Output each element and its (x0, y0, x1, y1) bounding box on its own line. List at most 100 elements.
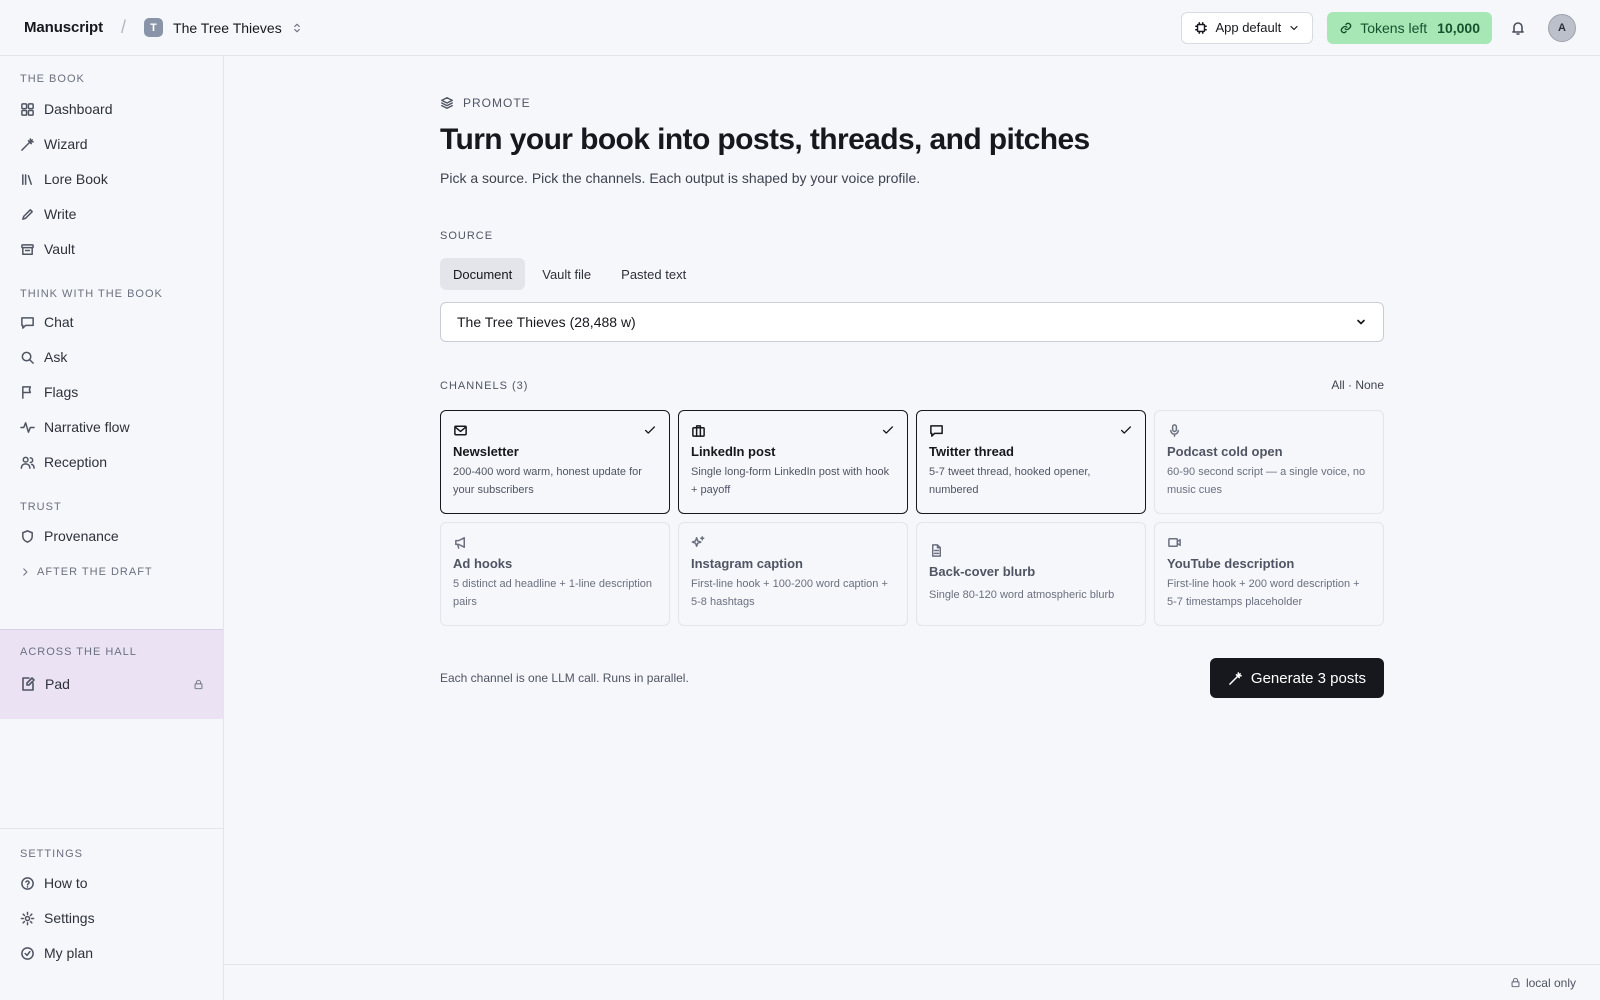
generate-posts-label: Generate 3 posts (1250, 669, 1366, 687)
sidebar-item-label: Write (44, 206, 77, 222)
check-icon (881, 423, 895, 437)
sidebar-item-provenance[interactable]: Provenance (20, 523, 210, 549)
channel-card-linkedin[interactable]: LinkedIn post Single long-form LinkedIn … (678, 410, 908, 514)
sidebar-item-how-to[interactable]: How to (20, 870, 210, 896)
channel-card-instagram[interactable]: Instagram caption First-line hook + 100-… (678, 522, 908, 626)
section-title-the-book: THE BOOK (20, 73, 85, 85)
sidebar-item-narrative-flow[interactable]: Narrative flow (20, 414, 210, 440)
tab-vault-file[interactable]: Vault file (529, 258, 604, 290)
sidebar-item-write[interactable]: Write (20, 201, 210, 227)
check-icon (1119, 423, 1133, 437)
sidebar-item-label: Flags (44, 384, 79, 400)
sidebar: THE BOOK Dashboard Wizard Lore Book Writ… (0, 56, 224, 1000)
mic-icon (1167, 423, 1371, 438)
project-name[interactable]: The Tree Thieves (173, 20, 282, 36)
grid-icon (20, 102, 35, 117)
shield-icon (20, 529, 35, 544)
sidebar-item-settings[interactable]: Settings (20, 905, 210, 931)
sidebar-item-label: Dashboard (44, 101, 113, 117)
sidebar-item-label: My plan (44, 945, 94, 961)
model-select-button[interactable]: App default (1181, 11, 1314, 44)
tokens-badge[interactable]: Tokens left 10,000 (1327, 11, 1492, 44)
check-circle-icon (20, 946, 35, 961)
message-icon (929, 423, 1133, 438)
sparkles-icon (691, 535, 895, 550)
sidebar-item-ask[interactable]: Ask (20, 344, 210, 370)
sidebar-item-chat[interactable]: Chat (20, 309, 210, 335)
sidebar-item-vault[interactable]: Vault (20, 236, 210, 262)
tab-document[interactable]: Document (440, 258, 526, 290)
eyebrow: PROMOTE (440, 96, 531, 110)
pulse-icon (20, 420, 35, 435)
layers-icon (440, 96, 454, 110)
page-title: Turn your book into posts, threads, and … (440, 123, 1090, 156)
sidebar-item-label: Chat (44, 314, 74, 330)
after-the-draft-toggle[interactable]: AFTER THE DRAFT (20, 566, 153, 578)
channel-title: Twitter thread (929, 444, 1014, 459)
sidebar-item-reception[interactable]: Reception (20, 449, 210, 475)
settings-section: SETTINGS How to Settings My plan (0, 828, 223, 1000)
wand-icon (20, 137, 35, 152)
gear-icon (20, 911, 35, 926)
select-all-none[interactable]: All · None (1331, 378, 1384, 392)
section-title-settings: SETTINGS (20, 848, 84, 860)
sidebar-item-label: Wizard (44, 136, 88, 152)
status-label: local only (1525, 975, 1576, 990)
project-switcher-icon[interactable] (291, 22, 303, 34)
channel-card-newsletter[interactable]: Newsletter 200-400 word warm, honest upd… (440, 410, 670, 514)
users-icon (20, 455, 35, 470)
sidebar-item-label: Ask (44, 349, 68, 365)
search-icon (20, 350, 35, 365)
sidebar-item-my-plan[interactable]: My plan (20, 940, 210, 966)
archive-icon (20, 242, 35, 257)
channel-title: Instagram caption (691, 556, 803, 571)
channel-card-youtube[interactable]: YouTube description First-line hook + 20… (1154, 522, 1384, 626)
channels-grid: Newsletter 200-400 word warm, honest upd… (440, 410, 1384, 626)
sidebar-item-label: Settings (44, 910, 95, 926)
sidebar-item-pad[interactable]: Pad (20, 676, 204, 692)
chat-icon (20, 315, 35, 330)
avatar[interactable]: A (1548, 13, 1576, 42)
sidebar-item-wizard[interactable]: Wizard (20, 131, 210, 157)
page-subtitle: Pick a source. Pick the channels. Each o… (440, 170, 921, 186)
channel-description: First-line hook + 100-200 word caption +… (691, 578, 888, 608)
chevron-right-icon (20, 567, 30, 577)
channel-card-ad-hooks[interactable]: Ad hooks 5 distinct ad headline + 1-line… (440, 522, 670, 626)
sidebar-item-label: Lore Book (44, 171, 108, 187)
channel-description: 5 distinct ad headline + 1-line descript… (453, 578, 653, 608)
bell-icon[interactable] (1510, 20, 1526, 36)
channel-card-twitter-thread[interactable]: Twitter thread 5-7 tweet thread, hooked … (916, 410, 1146, 514)
wand-icon (1228, 671, 1243, 686)
sidebar-item-label: Reception (44, 454, 108, 470)
channel-title: YouTube description (1167, 556, 1295, 571)
source-document-select[interactable]: The Tree Thieves (28,488 w) (440, 302, 1384, 342)
top-bar: Manuscript / T The Tree Thieves App defa… (0, 0, 1600, 56)
section-title-think: THINK WITH THE BOOK (20, 288, 163, 300)
chip-icon (1194, 21, 1208, 35)
model-select-label: App default (1215, 20, 1282, 35)
channel-card-back-cover-blurb[interactable]: Back-cover blurb Single 80-120 word atmo… (916, 522, 1146, 626)
sidebar-item-lore-book[interactable]: Lore Book (20, 166, 210, 192)
megaphone-icon (453, 535, 657, 550)
sidebar-item-dashboard[interactable]: Dashboard (20, 96, 210, 122)
channel-description: 60-90 second script — a single voice, no… (1167, 466, 1366, 496)
lock-icon (193, 679, 204, 690)
channels-label: CHANNELS (3) (440, 380, 529, 392)
tab-pasted-text[interactable]: Pasted text (608, 258, 699, 290)
source-label: SOURCE (440, 230, 494, 242)
breadcrumb-separator: / (121, 17, 127, 37)
channel-title: Back-cover blurb (929, 564, 1036, 580)
channel-description: Single 80-120 word atmospheric blurb (929, 589, 1115, 602)
app-brand[interactable]: Manuscript (24, 19, 103, 36)
across-the-hall-section: ACROSS THE HALL Pad (0, 629, 223, 719)
sidebar-item-label: Vault (44, 241, 75, 257)
edit-note-icon (20, 676, 36, 692)
section-title-hall: ACROSS THE HALL (20, 646, 137, 658)
sidebar-item-label: How to (44, 875, 88, 891)
sidebar-item-flags[interactable]: Flags (20, 379, 210, 405)
generate-posts-button[interactable]: Generate 3 posts (1209, 658, 1384, 698)
eyebrow-label: PROMOTE (463, 96, 531, 110)
file-icon (929, 543, 1133, 558)
channel-card-podcast[interactable]: Podcast cold open 60-90 second script — … (1154, 410, 1384, 514)
video-icon (1167, 535, 1371, 550)
